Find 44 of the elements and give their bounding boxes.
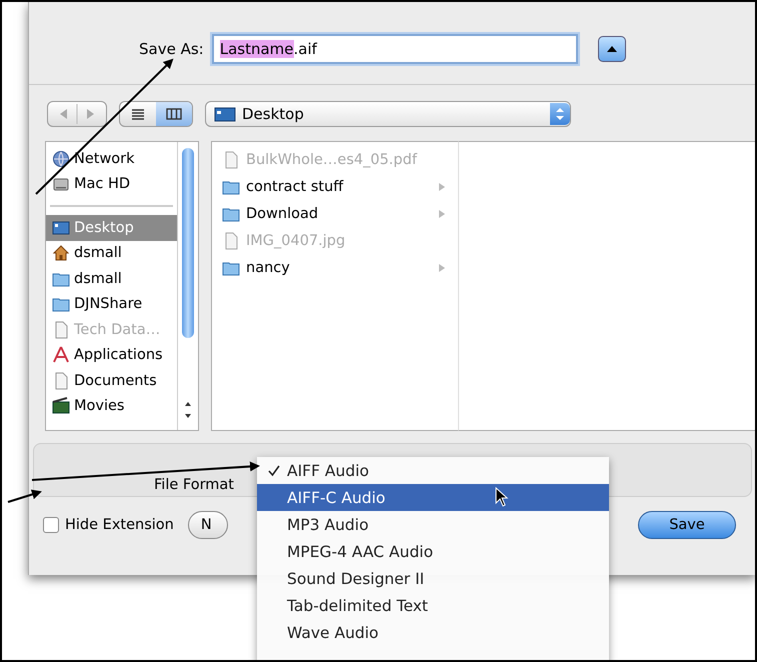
save-as-label: Save As: <box>139 40 204 58</box>
sidebar-item[interactable]: DJNShare <box>46 292 177 317</box>
checkmark-icon <box>268 464 280 476</box>
collapse-button[interactable] <box>598 36 626 62</box>
back-forward-buttons[interactable] <box>47 101 107 127</box>
triangle-up-icon <box>606 45 618 53</box>
sidebar-item[interactable]: dsmall <box>46 266 177 292</box>
globe-icon <box>52 150 70 168</box>
file-item[interactable]: Download <box>212 200 458 227</box>
house-icon <box>52 244 70 262</box>
file-item[interactable]: nancy <box>212 254 458 281</box>
clapperboard-icon <box>52 397 70 416</box>
mouse-pointer-icon <box>495 487 509 507</box>
disclosure-triangle-icon <box>438 262 446 272</box>
sidebar-item[interactable]: Network <box>46 146 177 172</box>
letter-a-icon <box>52 346 70 364</box>
list-view-icon <box>131 108 145 120</box>
location-popup[interactable]: Desktop <box>205 101 571 127</box>
menu-item[interactable]: Sound Designer II <box>257 565 609 592</box>
menu-item[interactable]: Wave Audio <box>257 619 609 646</box>
disclosure-triangle-icon <box>438 208 446 218</box>
column-view-button[interactable] <box>156 102 192 126</box>
menu-item[interactable]: Tab-delimited Text <box>257 592 609 619</box>
annotation-arrow <box>8 490 42 503</box>
menu-item[interactable]: MPEG-4 AAC Audio <box>257 538 609 565</box>
new-folder-button[interactable]: N <box>188 511 228 539</box>
desktop-icon <box>214 106 236 122</box>
column-view-icon <box>166 108 182 120</box>
file-item[interactable]: contract stuff <box>212 173 458 200</box>
up-down-arrows-icon <box>555 106 565 122</box>
sidebar-item[interactable]: Documents <box>46 368 177 394</box>
sidebar-item[interactable]: Movies <box>46 394 177 419</box>
disclosure-triangle-icon <box>438 182 446 192</box>
file-format-label: File Format <box>154 477 234 493</box>
sidebar-item[interactable]: Applications <box>46 342 177 368</box>
save-as-field[interactable]: Lastname.aif <box>212 34 578 64</box>
desktop-icon <box>52 218 70 237</box>
sidebar-item[interactable]: Mac HD <box>46 172 177 197</box>
menu-item[interactable]: AIFF-C Audio <box>257 484 609 511</box>
menu-item[interactable]: MP3 Audio <box>257 511 609 538</box>
save-button[interactable]: Save <box>638 511 736 539</box>
hide-extension-checkbox[interactable]: Hide Extension <box>43 517 174 533</box>
sidebar-item[interactable]: dsmall <box>46 240 177 266</box>
menu-item[interactable]: AIFF Audio <box>257 457 609 484</box>
